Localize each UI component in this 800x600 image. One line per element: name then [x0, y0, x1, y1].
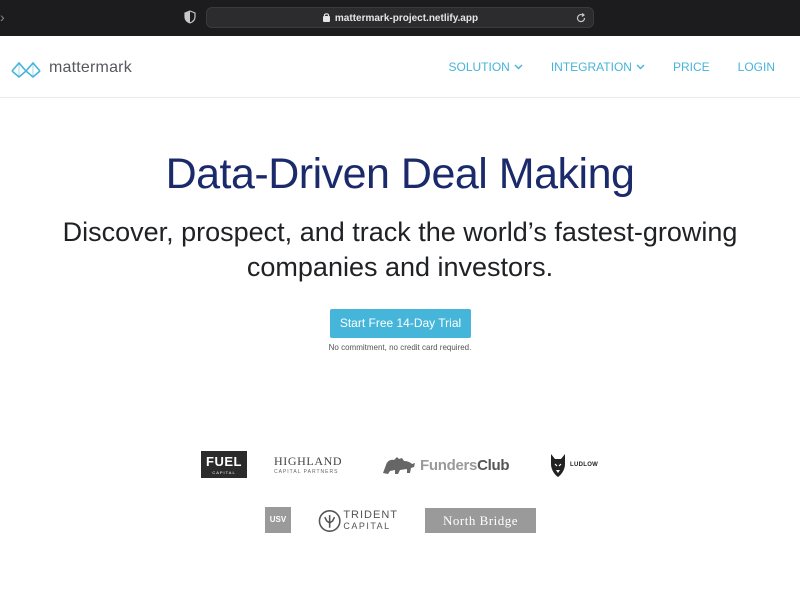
fuel-capital-logo: FUEL CAPITAL — [201, 451, 247, 478]
nav-integration-label: INTEGRATION — [550, 60, 632, 74]
trident-capital-logo: TRIDENT CAPITAL — [318, 508, 398, 534]
club-text: Club — [477, 456, 510, 474]
ludlow-logo-text: LUDLOW — [570, 462, 599, 468]
shield-icon[interactable] — [184, 10, 196, 24]
nav-login[interactable]: LOGIN — [738, 60, 775, 74]
fundersclub-logo: FundersClub — [380, 452, 522, 478]
usv-logo: USV — [265, 507, 291, 533]
hero-title: Data-Driven Deal Making — [165, 150, 635, 198]
highland-logo-subtext: CAPITAL PARTNERS — [274, 469, 339, 475]
reload-icon[interactable] — [575, 12, 587, 24]
fuel-logo-subtext: CAPITAL — [212, 470, 236, 475]
hero-subtitle: Discover, prospect, and track the world’… — [62, 217, 738, 282]
ludlow-logo: LUDLOW — [549, 451, 599, 479]
nav-price[interactable]: PRICE — [673, 60, 710, 74]
fuel-logo-text: FUEL — [206, 454, 242, 469]
nav-price-label: PRICE — [672, 60, 710, 74]
chevron-down-icon — [514, 64, 523, 70]
trident-line2: CAPITAL — [343, 521, 391, 531]
funders-text: Funders — [420, 456, 478, 474]
trident-logo-text: TRIDENT CAPITAL — [343, 510, 398, 532]
lock-icon — [322, 13, 330, 22]
lion-icon — [383, 457, 415, 474]
brand-logo[interactable]: mattermark — [10, 56, 132, 80]
trident-icon — [318, 510, 341, 532]
url-value: mattermark-project.netlify.app — [334, 13, 479, 24]
trident-line1: TRIDENT — [343, 509, 398, 521]
main-nav: SOLUTION INTEGRATION PRICE LOGIN — [421, 60, 776, 74]
fundersclub-logo-text: FundersClub — [420, 456, 510, 474]
brand-name: mattermark — [49, 59, 132, 76]
nav-solution-label: SOLUTION — [448, 60, 510, 74]
start-trial-button[interactable]: Start Free 14-Day Trial — [330, 309, 471, 338]
back-icon[interactable]: › — [0, 9, 14, 25]
highland-logo-text: HIGHLAND — [274, 454, 343, 468]
highland-capital-logo: HIGHLAND CAPITAL PARTNERS — [274, 455, 356, 477]
trial-note: No commitment, no credit card required. — [328, 343, 472, 352]
nav-solution[interactable]: SOLUTION — [449, 60, 523, 74]
wolf-icon — [551, 454, 565, 477]
north-bridge-logo: North Bridge — [425, 508, 536, 533]
nav-integration[interactable]: INTEGRATION — [551, 60, 645, 74]
address-bar[interactable]: mattermark-project.netlify.app — [206, 7, 594, 28]
site-header: mattermark SOLUTION INTEGRATION PRICE LO… — [0, 36, 800, 98]
browser-toolbar: › mattermark-project.netlify.app — [0, 0, 800, 36]
url-text[interactable]: mattermark-project.netlify.app — [207, 8, 593, 29]
nav-login-label: LOGIN — [737, 60, 775, 74]
chevron-down-icon — [636, 64, 645, 70]
mattermark-logo-icon — [11, 61, 41, 79]
